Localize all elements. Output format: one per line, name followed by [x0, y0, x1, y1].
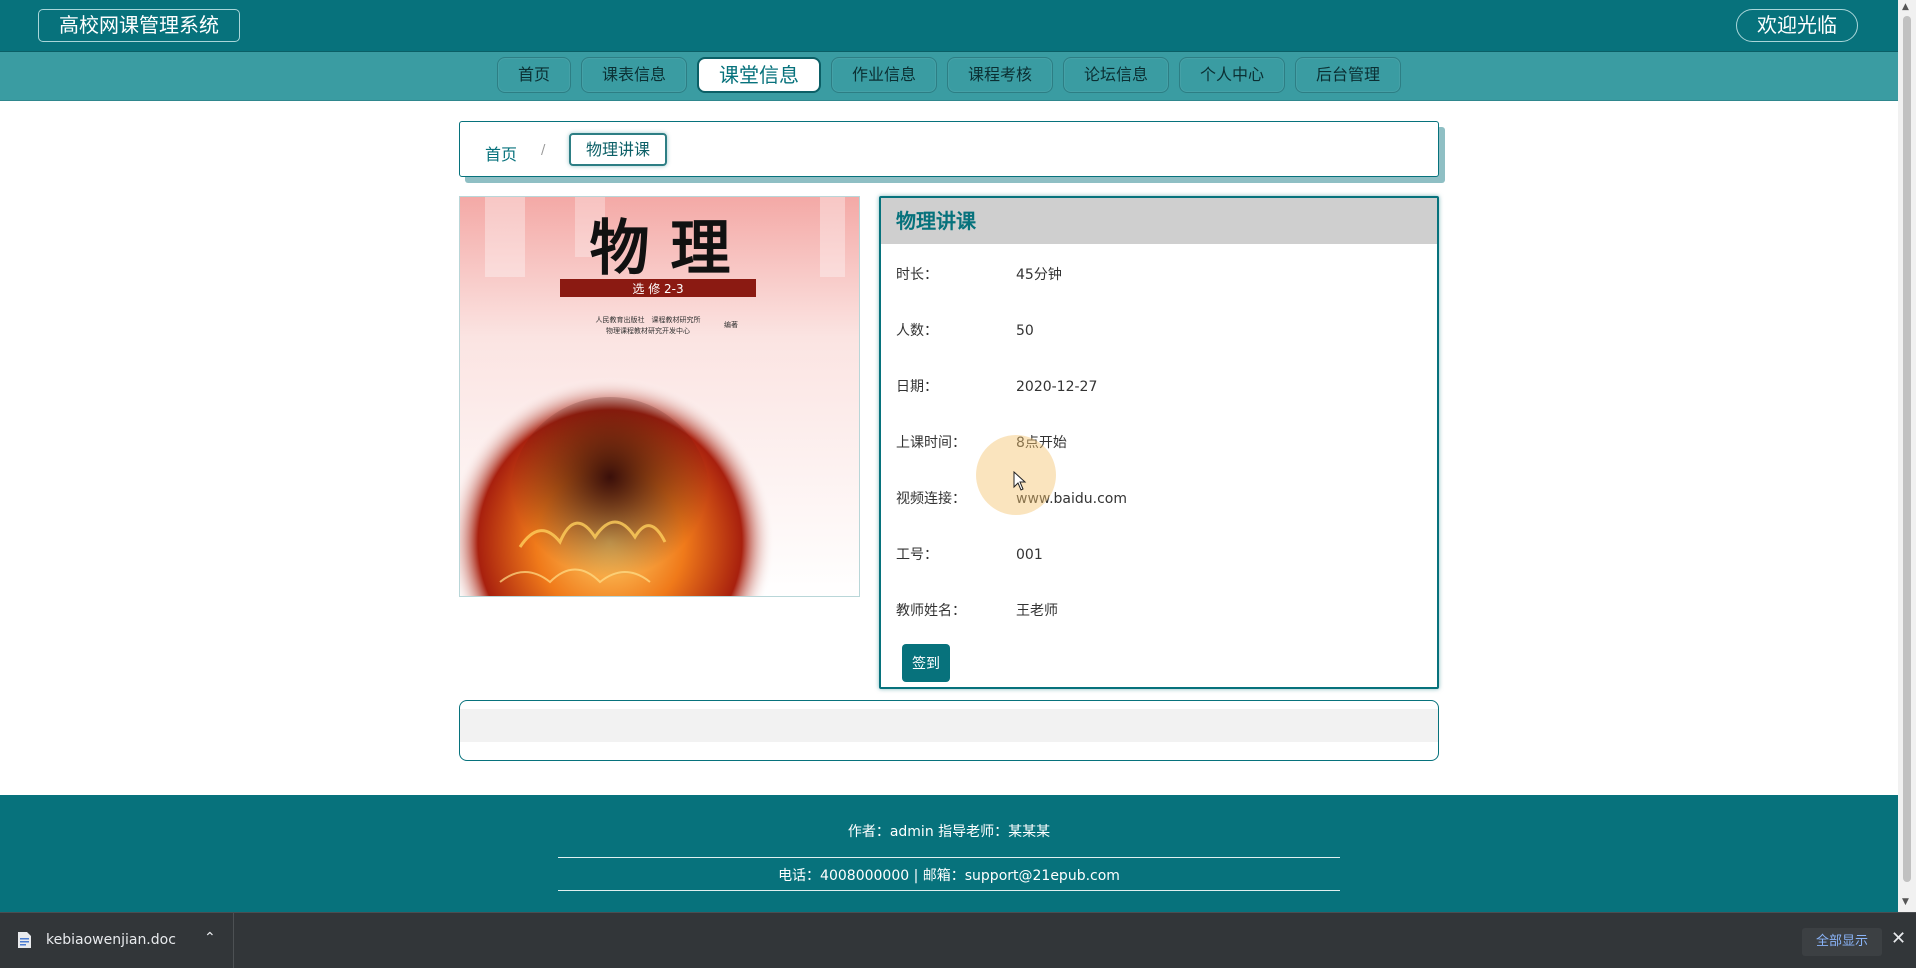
- nav-item-profile[interactable]: 个人中心: [1179, 57, 1286, 93]
- breadcrumb-separator: /: [541, 143, 546, 158]
- nav-item-exam[interactable]: 课程考核: [946, 57, 1053, 93]
- scroll-down-icon[interactable]: ▼: [1902, 897, 1909, 907]
- cover-subtitle: 选 修 2-3: [632, 281, 683, 296]
- footer-divider: [558, 890, 1340, 891]
- welcome-badge: 欢迎光临: [1736, 9, 1858, 42]
- nav-item-home[interactable]: 首页: [496, 57, 571, 93]
- detail-label: 工号：: [896, 547, 938, 563]
- show-all-downloads-button[interactable]: 全部显示: [1802, 928, 1882, 956]
- doc-file-icon: [18, 932, 31, 948]
- download-item[interactable]: kebiaowenjian.doc ⌃: [0, 913, 234, 968]
- detail-label: 日期：: [896, 379, 938, 395]
- detail-label: 教师姓名：: [896, 603, 966, 619]
- nav-item-timetable[interactable]: 课表信息: [580, 57, 687, 93]
- scroll-up-icon[interactable]: ▲: [1902, 2, 1909, 12]
- scrollbar-thumb[interactable]: [1903, 16, 1911, 882]
- page-scrollbar[interactable]: ▲ ▼: [1898, 0, 1916, 912]
- page: 高校网课管理系统 欢迎光临 首页 课表信息 课堂信息 作业信息 课程考核 论坛信…: [0, 0, 1916, 968]
- detail-label: 时长：: [896, 267, 938, 283]
- detail-label: 人数：: [896, 323, 938, 339]
- detail-value: 50: [1016, 323, 1034, 339]
- site-footer: 作者：admin 指导老师：某某某 电话：4008000000 | 邮箱：sup…: [0, 795, 1898, 912]
- nav-item-admin[interactable]: 后台管理: [1295, 57, 1402, 93]
- breadcrumb-home-link[interactable]: 首页: [485, 141, 517, 165]
- cover-publisher-suffix: 编著: [724, 320, 738, 329]
- breadcrumb-current: 物理讲课: [569, 133, 668, 166]
- site-brand[interactable]: 高校网课管理系统: [38, 9, 240, 42]
- download-file-name[interactable]: kebiaowenjian.doc: [46, 932, 176, 948]
- cover-publisher-line1: 人民教育出版社 课程教材研究所: [596, 315, 701, 324]
- detail-value: 王老师: [1016, 603, 1058, 619]
- course-cover-image: 物 理 选 修 2-3 人民教育出版社 课程教材研究所 物理课程教材研究开发中心…: [459, 196, 860, 597]
- cover-publisher-line2: 物理课程教材研究开发中心: [606, 326, 690, 335]
- nav-item-forum[interactable]: 论坛信息: [1063, 57, 1170, 93]
- nav-item-classroom[interactable]: 课堂信息: [696, 57, 821, 93]
- comment-section-body: [460, 709, 1438, 742]
- nav-item-homework[interactable]: 作业信息: [830, 57, 937, 93]
- footer-divider: [558, 857, 1340, 858]
- comment-section: [459, 700, 1439, 761]
- class-detail-panel: 物理讲课 时长： 45分钟 人数： 50 日期： 2020-12-27 上课时间…: [879, 196, 1439, 689]
- detail-value: 001: [1016, 547, 1043, 563]
- class-detail-title: 物理讲课: [881, 198, 1437, 244]
- top-header: 高校网课管理系统 欢迎光临: [0, 0, 1898, 52]
- download-bar: kebiaowenjian.doc ⌃ 全部显示 ✕: [0, 912, 1916, 968]
- mouse-cursor-icon: [1013, 471, 1027, 491]
- footer-contact: 电话：4008000000 | 邮箱：support@21epub.com: [778, 868, 1120, 884]
- sign-in-button[interactable]: 签到: [902, 644, 950, 682]
- chevron-up-icon[interactable]: ⌃: [204, 930, 216, 946]
- main-nav-bar: 首页 课表信息 课堂信息 作业信息 课程考核 论坛信息 个人中心 后台管理: [0, 52, 1898, 101]
- close-icon[interactable]: ✕: [1891, 928, 1906, 949]
- main-nav: 首页 课表信息 课堂信息 作业信息 课程考核 论坛信息 个人中心 后台管理: [0, 57, 1898, 93]
- detail-value: 45分钟: [1016, 267, 1062, 283]
- cover-title: 物 理: [590, 214, 731, 284]
- footer-author: 作者：admin 指导老师：某某某: [847, 824, 1051, 840]
- detail-value: 2020-12-27: [1016, 379, 1098, 395]
- breadcrumb: 首页 / 物理讲课: [459, 121, 1439, 177]
